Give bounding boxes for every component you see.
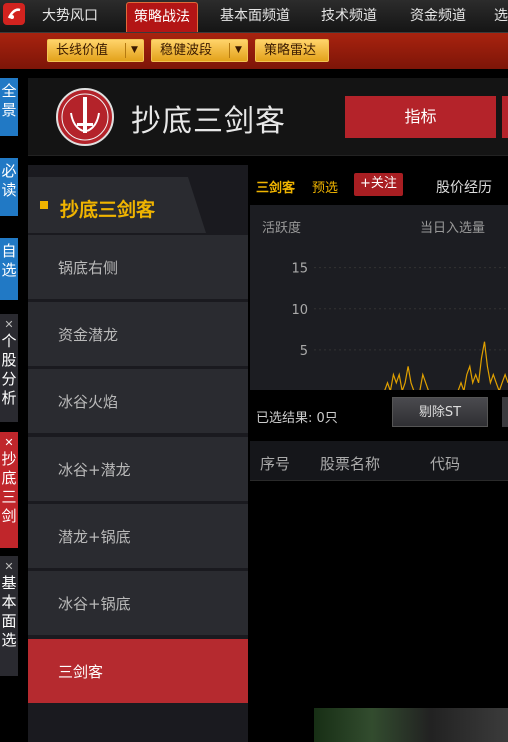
bullet-icon xyxy=(40,201,48,209)
strategy-radar-label: 策略雷达 xyxy=(264,43,317,58)
strategy-list: 抄底三剑客 锅底右侧 资金潜龙 冰谷火焰 冰谷+潜龙 潜龙+锅底 冰谷+锅底 三… xyxy=(28,165,248,742)
chart-plot: 5101501.0602.1803.28 xyxy=(291,262,508,390)
top-nav: 大势风口 策略战法 基本面频道 技术频道 资金频道 选 xyxy=(0,0,508,33)
nav-tab-trend[interactable]: 大势风口 xyxy=(42,0,98,32)
page-title: 抄底三剑客 xyxy=(131,104,286,139)
side-tab-label: 个股分析 xyxy=(1,332,17,407)
y-tick-label: 15 xyxy=(291,262,308,277)
column-header-code[interactable]: 代码 xyxy=(430,453,460,474)
strategy-item[interactable]: 锅底右侧 xyxy=(28,235,248,301)
strategy-name: 三剑客 xyxy=(256,181,296,196)
close-icon[interactable]: ✕ xyxy=(0,436,18,450)
y-tick-label: 5 xyxy=(300,344,308,359)
strategy-radar-button[interactable]: 策略雷达 xyxy=(255,39,329,62)
table-header: 序号 股票名称 代码 xyxy=(250,441,508,481)
nav-tab-fundamental[interactable]: 基本面频道 xyxy=(220,0,290,32)
remove-st-button[interactable]: 剔除ST xyxy=(392,397,488,427)
preselect-tag: 预选 xyxy=(312,181,339,196)
strategy-heading: 抄底三剑客 xyxy=(28,165,248,233)
side-tab-stock-analysis[interactable]: ✕ 个股分析 xyxy=(0,314,18,422)
strategy-item-label: 冰谷火焰 xyxy=(58,393,119,411)
chevron-down-icon[interactable]: ▼ xyxy=(131,40,138,61)
strategy-item-label: 资金潜龙 xyxy=(58,326,119,344)
strategy-item[interactable]: 潜龙+锅底 xyxy=(28,504,248,570)
app-logo-icon xyxy=(3,3,25,25)
long-value-label: 长线价值 xyxy=(56,43,109,58)
side-tab-bottom-three[interactable]: ✕ 抄底三剑 xyxy=(0,432,18,548)
side-tab-label: 必读 xyxy=(1,162,17,199)
history-tab[interactable]: 股价经历 xyxy=(436,177,492,197)
side-tab-label: 全景 xyxy=(1,82,17,119)
nav-tab-technical[interactable]: 技术频道 xyxy=(321,0,377,32)
series-line xyxy=(384,341,508,390)
column-header-name[interactable]: 股票名称 xyxy=(320,453,380,474)
strategy-item[interactable]: 冰谷+潜龙 xyxy=(28,437,248,503)
more-button[interactable] xyxy=(502,96,508,138)
nav-tab-capital[interactable]: 资金频道 xyxy=(410,0,466,32)
strategy-item[interactable]: 资金潜龙 xyxy=(28,302,248,368)
side-tab-panorama[interactable]: 全景 xyxy=(0,78,18,136)
column-header-index[interactable]: 序号 xyxy=(260,453,290,474)
strategy-item[interactable]: 冰谷火焰 xyxy=(28,369,248,435)
sub-nav: 长线价值 ▼ 稳健波段 ▼ 策略雷达 xyxy=(0,33,508,69)
sword-emblem-icon xyxy=(56,88,114,146)
y-tick-label: 10 xyxy=(291,303,308,318)
detail-panel: 三剑客 预选 +关注 股价经历 活跃度 当日入选量 5101501.0602.1… xyxy=(250,165,508,742)
strategy-item-label: 潜龙+锅底 xyxy=(58,528,131,546)
long-value-dropdown[interactable]: 长线价值 ▼ xyxy=(47,39,144,62)
strategy-item-label: 锅底右侧 xyxy=(58,259,119,277)
strategy-item-label: 冰谷+锅底 xyxy=(58,595,131,613)
divider xyxy=(125,43,126,58)
side-tab-watchlist[interactable]: 自选 xyxy=(0,238,18,300)
nav-tab-select[interactable]: 选 xyxy=(494,0,508,32)
steady-band-dropdown[interactable]: 稳健波段 ▼ xyxy=(151,39,248,62)
selection-result: 已选结果: 0只 xyxy=(256,411,338,426)
side-tab-must-read[interactable]: 必读 xyxy=(0,158,18,216)
selection-bar: 已选结果: 0只 剔除ST xyxy=(250,393,508,433)
side-tab-label: 抄底三剑 xyxy=(1,450,17,525)
strategy-heading-label: 抄底三剑客 xyxy=(60,199,156,221)
follow-button[interactable]: +关注 xyxy=(354,173,403,196)
strategy-item-label: 冰谷+潜龙 xyxy=(58,461,131,479)
steady-band-label: 稳健波段 xyxy=(160,43,213,58)
strategy-item-label: 三剑客 xyxy=(58,663,104,681)
strategy-item[interactable]: 冰谷+锅底 xyxy=(28,571,248,637)
chevron-down-icon[interactable]: ▼ xyxy=(235,40,242,61)
nav-tab-strategy[interactable]: 策略战法 xyxy=(126,2,198,32)
strategy-item-selected[interactable]: 三剑客 xyxy=(28,639,248,705)
divider xyxy=(229,43,230,58)
close-icon[interactable]: ✕ xyxy=(0,560,18,574)
side-tab-label: 自选 xyxy=(1,242,17,279)
close-icon[interactable]: ✕ xyxy=(0,318,18,332)
detail-toolbar: 三剑客 预选 +关注 股价经历 xyxy=(250,173,508,197)
extra-button[interactable] xyxy=(502,397,508,427)
notification-thumbnail[interactable] xyxy=(314,708,508,742)
activity-chart: 活跃度 当日入选量 5101501.0602.1803.28 xyxy=(250,205,508,390)
side-tab-label: 基本面选 xyxy=(1,574,17,649)
indicator-button[interactable]: 指标 xyxy=(345,96,496,138)
strategy-header: 抄底三剑客 指标 xyxy=(28,78,508,156)
side-tab-fundamental-select[interactable]: ✕ 基本面选 xyxy=(0,556,18,676)
